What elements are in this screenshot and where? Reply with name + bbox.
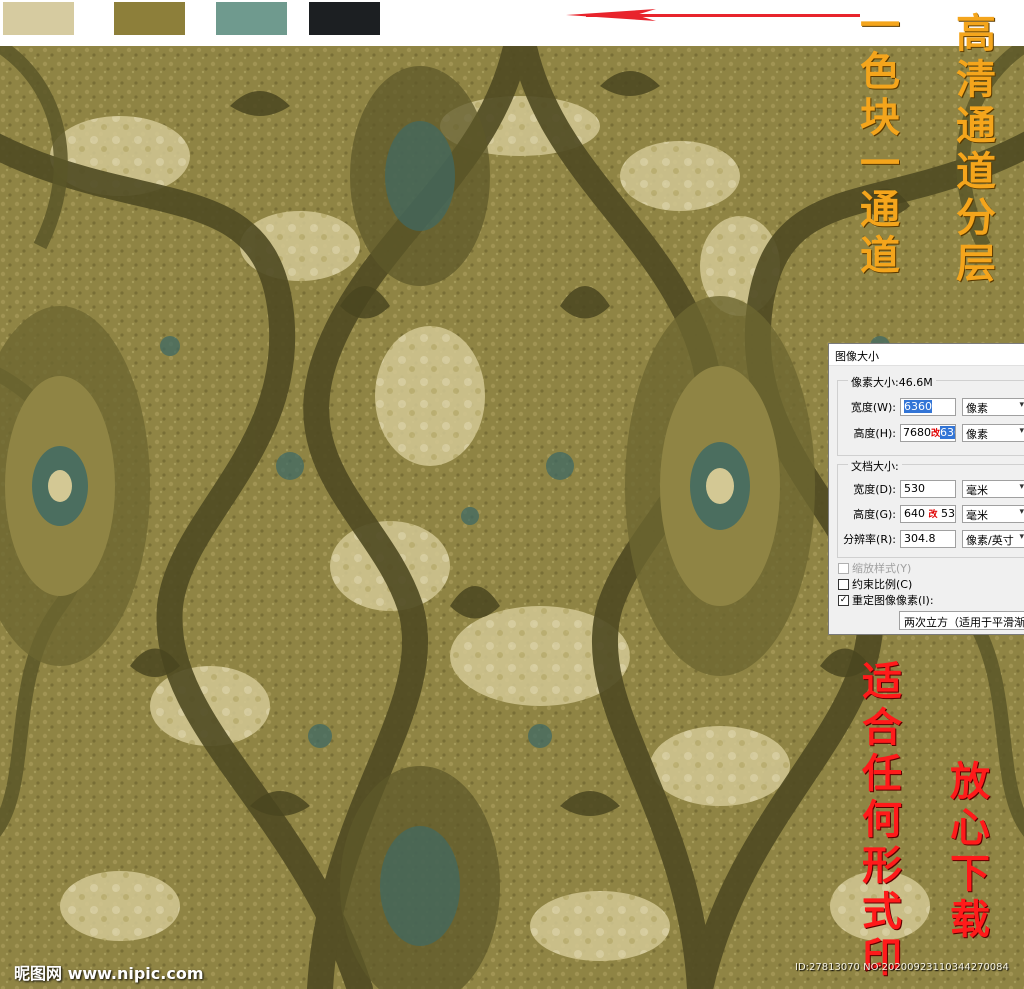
constrain-proportions-label: 约束比例(C) — [852, 578, 913, 591]
left-arrow-icon — [566, 9, 860, 21]
dialog-title: 图像大小 — [829, 344, 1024, 366]
checkbox-unchecked-icon — [838, 578, 849, 590]
swatch-teal — [216, 2, 287, 35]
pixel-width-row: 宽度(W): 6360 像素 ▾ — [838, 397, 1024, 417]
resample-image-checkbox[interactable]: ✓ 重定图像像素(I): — [838, 592, 934, 608]
doc-width-row: 宽度(D): 530 毫米 ▾ — [838, 479, 1024, 499]
pixel-height-label: 高度(H): — [853, 427, 896, 440]
caption-hd-channel-layers: 高清通道分层 — [949, 12, 996, 288]
doc-height-label: 高度(G): — [853, 508, 896, 521]
resolution-input[interactable]: 304.8 — [900, 530, 956, 548]
scale-styles-checkbox[interactable]: 缩放样式(Y) — [838, 560, 911, 576]
image-id-label: ID:27813070 NO:20200923110344270084 — [795, 962, 1009, 973]
chevron-down-icon: ▾ — [1019, 507, 1024, 517]
swatch-olive — [114, 2, 185, 35]
pixel-height-row: 高度(H): 7680改6360 像素▾ — [838, 423, 1024, 443]
scale-styles-label: 缩放样式(Y) — [852, 562, 912, 575]
nipic-logo: 昵图网 www.nipic.com — [14, 964, 204, 983]
swatch-black — [309, 2, 380, 35]
caption-safe-download: 放心下载 — [943, 760, 990, 944]
checkbox-unchecked-icon — [838, 562, 849, 574]
pixel-width-input[interactable]: 6360 — [900, 398, 956, 416]
image-size-dialog: 图像大小 像素大小:46.6M 宽度(W): 6360 像素 ▾ 高度(H): 7… — [828, 343, 1024, 635]
pixel-height-input[interactable]: 7680改6360 — [900, 424, 956, 442]
chevron-down-icon: ▾ — [1019, 400, 1024, 410]
constrain-proportions-checkbox[interactable]: 约束比例(C) — [838, 576, 912, 592]
resample-method-select[interactable]: 两次立方（适用于平滑渐变 — [899, 611, 1024, 630]
resolution-row: 分辨率(R): 304.8 像素/英寸 ▾ — [838, 529, 1024, 549]
resolution-unit-select[interactable]: 像素/英寸 ▾ — [962, 530, 1024, 548]
resample-image-label: 重定图像像素(I): — [852, 594, 934, 607]
doc-height-row: 高度(G): 640 改 530 毫米▾ — [838, 504, 1024, 524]
doc-width-label: 宽度(D): — [853, 483, 896, 496]
swatch-beige — [3, 2, 74, 35]
pixel-height-unit-select[interactable]: 像素 ▾ — [962, 424, 1024, 442]
doc-height-unit-select[interactable]: 毫米 ▾ — [962, 505, 1024, 523]
document-size-label: 文档大小: — [848, 458, 902, 474]
document-size-group: 文档大小: 宽度(D): 530 毫米▾ 高度(G): 640 改 530 毫米… — [837, 458, 1024, 558]
caption-one-block-one-channel: 一色块一通道 — [853, 4, 900, 280]
chevron-down-icon: ▾ — [1019, 426, 1024, 436]
doc-width-input[interactable]: 530 — [900, 480, 956, 498]
chevron-down-icon: ▾ — [1019, 532, 1024, 542]
checkbox-checked-icon: ✓ — [838, 594, 849, 606]
pixel-width-label: 宽度(W): — [850, 401, 896, 414]
caption-suits-any-print: 适合任何形式印 — [855, 660, 902, 982]
chevron-down-icon: ▾ — [1019, 482, 1024, 492]
resolution-label: 分辨率(R): — [843, 533, 896, 546]
pixel-width-unit-select[interactable]: 像素 ▾ — [962, 398, 1024, 416]
doc-height-input[interactable]: 640 改 530 — [900, 505, 956, 523]
pixel-dimensions-label: 像素大小:46.6M — [848, 374, 936, 390]
pixel-dimensions-group: 像素大小:46.6M 宽度(W): 6360 像素 ▾ 高度(H): 7680改6… — [837, 374, 1024, 456]
doc-width-unit-select[interactable]: 毫米 ▾ — [962, 480, 1024, 498]
